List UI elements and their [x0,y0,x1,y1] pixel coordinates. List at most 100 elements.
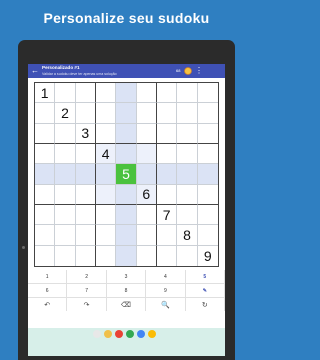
sudoku-cell[interactable]: 7 [157,205,178,226]
sudoku-cell[interactable] [197,124,218,144]
sudoku-cell[interactable] [197,83,218,104]
sudoku-cell[interactable] [96,225,117,246]
sudoku-cell[interactable] [136,144,157,165]
sudoku-cell[interactable] [177,103,198,124]
sudoku-cell[interactable]: 4 [96,144,117,165]
sudoku-cell[interactable] [136,164,157,185]
redo-icon[interactable]: ↷ [67,298,107,311]
sudoku-cell[interactable] [55,205,76,226]
sudoku-cell[interactable] [157,245,178,266]
arrow-left-icon[interactable]: ← [30,66,40,76]
app-icon[interactable] [115,330,123,338]
sudoku-cell[interactable] [96,184,117,205]
sudoku-cell[interactable]: 3 [75,123,96,144]
sudoku-cell[interactable] [35,144,56,165]
sudoku-cell[interactable] [35,245,56,266]
launcher-icon[interactable] [93,330,101,338]
sudoku-cell[interactable] [116,205,137,226]
sudoku-cell[interactable] [177,205,198,226]
sudoku-cell[interactable] [136,205,157,226]
sudoku-cell[interactable] [197,144,218,165]
sudoku-cell[interactable] [55,123,76,144]
sudoku-cell[interactable] [157,225,178,246]
key-3[interactable]: 3 [107,270,147,283]
sudoku-cell[interactable]: 2 [55,103,76,124]
key-7[interactable]: 7 [67,284,107,297]
sudoku-cell[interactable] [136,83,157,104]
sudoku-cell[interactable] [197,164,218,185]
sudoku-cell[interactable] [55,184,76,205]
reset-icon[interactable]: ↻ [186,298,225,311]
sudoku-cell[interactable]: 5 [116,164,137,185]
sudoku-cell[interactable] [75,103,96,124]
sudoku-cell[interactable] [55,144,76,165]
pencil-icon[interactable]: ✎ [186,284,225,297]
key-1[interactable]: 1 [28,270,68,283]
sudoku-cell[interactable] [75,184,96,205]
key-5[interactable]: 5 [186,270,225,283]
sudoku-cell[interactable] [197,205,218,226]
sudoku-cell[interactable] [136,123,157,144]
sudoku-cell[interactable] [157,184,178,205]
sudoku-cell[interactable] [35,184,56,205]
sudoku-cell[interactable] [177,164,198,185]
sudoku-cell[interactable] [55,225,76,246]
sudoku-cell[interactable] [197,185,218,205]
sudoku-cell[interactable] [197,103,218,124]
sudoku-cell[interactable] [55,245,76,266]
sudoku-cell[interactable] [35,225,56,246]
more-vert-icon[interactable]: ⋮ [194,66,204,76]
app-icon[interactable] [126,330,134,338]
sudoku-cell[interactable] [116,144,137,165]
sudoku-cell[interactable] [96,123,117,144]
sudoku-cell[interactable] [55,83,76,104]
key-9[interactable]: 9 [146,284,186,297]
sudoku-cell[interactable] [137,245,157,266]
sudoku-cell[interactable] [157,103,178,124]
sudoku-cell[interactable] [96,164,117,185]
sudoku-cell[interactable] [35,164,56,185]
app-icon[interactable] [148,330,156,338]
sudoku-cell[interactable] [157,123,178,144]
sudoku-cell[interactable] [76,245,96,266]
sudoku-cell[interactable] [35,205,56,226]
sudoku-cell[interactable]: 6 [136,184,157,205]
sudoku-cell[interactable] [116,184,137,205]
app-icon[interactable] [137,330,145,338]
sudoku-cell[interactable] [116,245,137,266]
sudoku-cell[interactable] [55,164,76,185]
sudoku-cell[interactable] [96,245,117,266]
sudoku-cell[interactable] [157,144,178,165]
sudoku-cell[interactable] [177,144,198,165]
sudoku-cell[interactable] [177,83,198,104]
sudoku-cell[interactable]: 9 [198,246,218,266]
key-2[interactable]: 2 [67,270,107,283]
sudoku-cell[interactable] [75,144,96,165]
sudoku-cell[interactable] [35,103,56,124]
sudoku-cell[interactable] [177,245,198,266]
undo-icon[interactable]: ↶ [28,298,68,311]
app-icon[interactable] [104,330,112,338]
sudoku-cell[interactable] [35,123,56,144]
sudoku-cell[interactable] [116,83,137,104]
sudoku-cell[interactable] [96,83,117,104]
sudoku-cell[interactable]: 8 [177,225,198,246]
sudoku-cell[interactable] [96,103,117,124]
sudoku-cell[interactable]: 1 [35,83,56,104]
key-4[interactable]: 4 [146,270,186,283]
sudoku-cell[interactable] [116,123,137,144]
sudoku-cell[interactable] [75,225,96,246]
sudoku-cell[interactable] [177,184,198,205]
sudoku-cell[interactable] [75,164,96,185]
sudoku-cell[interactable] [96,205,117,226]
eraser-icon[interactable]: ⌫ [107,298,147,311]
sudoku-cell[interactable] [75,83,96,104]
sudoku-cell[interactable] [116,103,137,124]
sudoku-cell[interactable] [157,164,178,185]
sudoku-cell[interactable] [136,225,157,246]
sudoku-cell[interactable] [177,123,198,144]
key-6[interactable]: 6 [28,284,68,297]
search-icon[interactable]: 🔍 [146,298,186,311]
sudoku-cell[interactable] [75,205,96,226]
sudoku-cell[interactable] [136,103,157,124]
